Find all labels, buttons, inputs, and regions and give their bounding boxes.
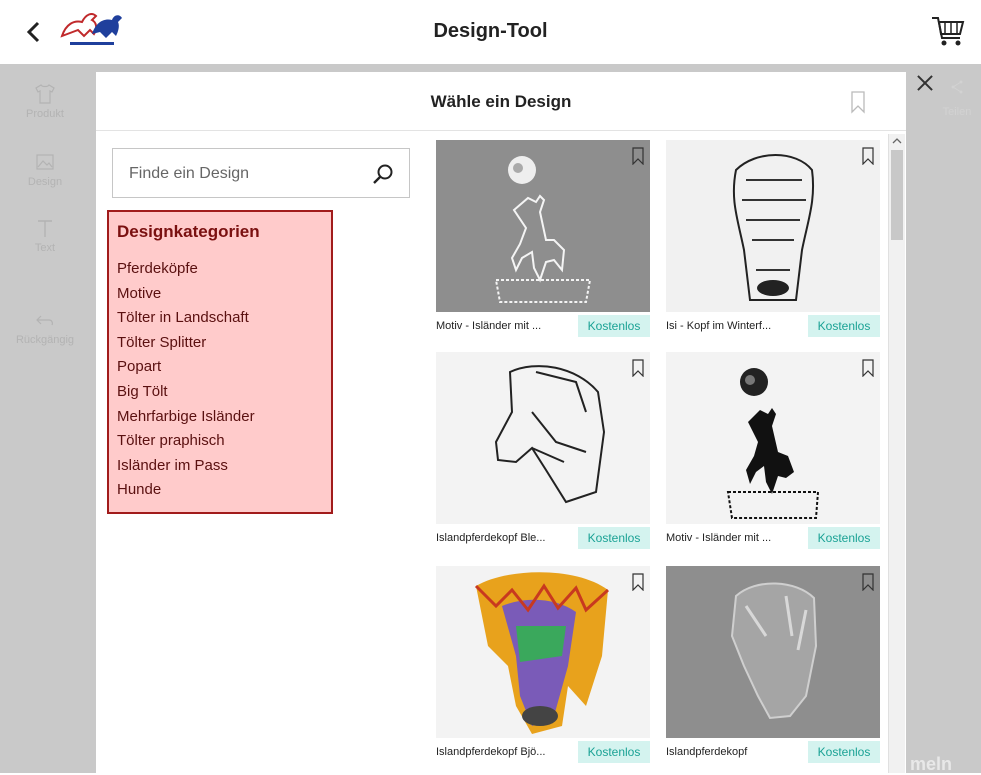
design-grid-scrollbar[interactable] [888,134,905,773]
design-name: Islandpferdekopf [666,746,748,758]
bookmark-button[interactable] [862,359,874,378]
tool-label: Produkt [26,108,64,120]
share-label: Teilen [942,106,972,118]
bookmark-button[interactable] [862,573,874,592]
category-list: Pferdeköpfe Motive Tölter in Landschaft … [117,257,255,503]
tool-label: Design [27,176,63,188]
category-item[interactable]: Big Tölt [117,380,255,405]
categories-heading: Designkategorien [117,222,260,241]
category-item[interactable]: Tölter in Landschaft [117,306,255,331]
design-categories: Designkategorien Pferdeköpfe Motive Tölt… [107,210,333,514]
bookmark-button[interactable] [632,359,644,378]
category-item[interactable]: Motive [117,282,255,307]
design-thumbnail[interactable] [436,566,650,738]
category-item[interactable]: Tölter praphisch [117,429,255,454]
scroll-thumb[interactable] [891,150,903,240]
design-thumbnail[interactable] [666,352,880,524]
scroll-up-button[interactable] [889,134,905,148]
bookmark-button[interactable] [632,147,644,166]
bookmark-button[interactable] [632,573,644,592]
price-badge: Kostenlos [808,741,880,763]
design-thumbnail[interactable] [436,140,650,312]
search-icon [373,164,393,184]
tool-produkt[interactable]: Produkt [14,82,76,120]
horse-moon-image [494,156,592,303]
tool-undo[interactable]: Rückgängig [8,308,82,346]
tool-label: Rückgängig [15,334,75,346]
price-badge: Kostenlos [578,527,650,549]
tool-design[interactable]: Design [14,150,76,188]
undo-icon [36,315,53,326]
app-header: Design-Tool [0,0,981,64]
bookmark-icon [862,573,874,592]
horse-head-bridle-image [494,365,606,504]
price-badge: Kostenlos [578,741,650,763]
design-name: Islandpferdekopf Ble... [436,532,546,544]
tool-label: Text [34,242,56,254]
share-button[interactable]: Teilen [935,80,979,118]
bookmark-icon [632,359,644,378]
price-badge: Kostenlos [808,315,880,337]
favorites-button[interactable] [850,90,866,114]
close-icon[interactable] [914,72,936,94]
cart-button[interactable] [930,14,966,48]
design-thumbnail[interactable] [666,140,880,312]
price-badge: Kostenlos [808,527,880,549]
image-icon [36,154,54,170]
search-button[interactable] [371,162,395,186]
design-picker-modal: Wähle ein Design Designkategorien Pferde… [96,72,906,773]
design-name: Motiv - Isländer mit ... [436,320,542,332]
design-name: Islandpferdekopf Bjö... [436,746,546,758]
bookmark-icon [632,147,644,166]
search-input[interactable] [127,161,361,187]
background-partial-text: meln [910,754,953,774]
horse-head-winter-image [732,154,815,301]
shopping-cart-icon [932,17,965,46]
bookmark-icon [862,147,874,166]
bookmark-button[interactable] [862,147,874,166]
category-item[interactable]: Tölter Splitter [117,331,255,356]
category-item[interactable]: Hunde [117,478,255,503]
design-name: Motiv - Isländer mit ... [666,532,772,544]
tool-text[interactable]: Text [14,216,76,254]
modal-header: Wähle ein Design [96,72,906,131]
colorful-horse-head-image [474,572,610,734]
category-item[interactable]: Pferdeköpfe [117,257,255,282]
design-name: Isi - Kopf im Winterf... [666,320,772,332]
modal-title: Wähle ein Design [430,92,572,111]
chevron-up-icon [892,138,902,144]
page-title: Design-Tool [433,20,548,42]
design-thumbnail[interactable] [666,566,880,738]
design-thumbnail[interactable] [436,352,650,524]
category-item[interactable]: Popart [117,355,255,380]
text-icon [38,220,52,237]
search-box [112,148,410,198]
category-item[interactable]: Mehrfarbige Isländer [117,405,255,430]
bookmark-icon [862,359,874,378]
tshirt-icon [35,84,55,104]
bookmark-icon [851,91,865,114]
price-badge: Kostenlos [578,315,650,337]
share-icon [951,80,963,94]
horse-moon-dark-image [726,368,820,519]
category-item[interactable]: Isländer im Pass [117,454,255,479]
bookmark-icon [632,573,644,592]
grey-horse-head-image [730,582,818,720]
